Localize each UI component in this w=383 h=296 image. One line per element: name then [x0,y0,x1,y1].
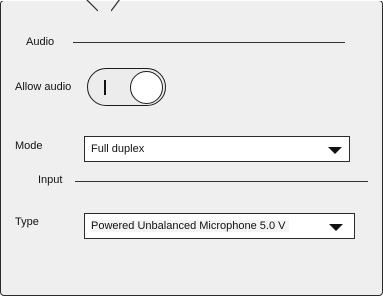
toggle-knob [130,71,163,104]
audio-section-divider [73,42,345,43]
toggle-on-indicator [104,80,106,95]
type-label: Type [15,216,39,228]
mode-label: Mode [15,140,43,152]
mode-select-value: Full duplex [91,143,145,155]
input-section-divider [75,181,368,182]
chevron-down-icon [328,147,342,154]
allow-audio-label: Allow audio [15,81,72,93]
type-select[interactable]: Powered Unbalanced Microphone 5.0 V [84,213,355,239]
audio-section-title: Audio [26,36,55,48]
input-section-title: Input [38,174,63,186]
mode-select[interactable]: Full duplex [84,136,350,162]
chevron-down-icon [329,224,343,231]
allow-audio-toggle[interactable] [87,68,166,106]
panel-tab-notch [0,0,383,12]
type-select-value: Powered Unbalanced Microphone 5.0 V [91,220,290,232]
